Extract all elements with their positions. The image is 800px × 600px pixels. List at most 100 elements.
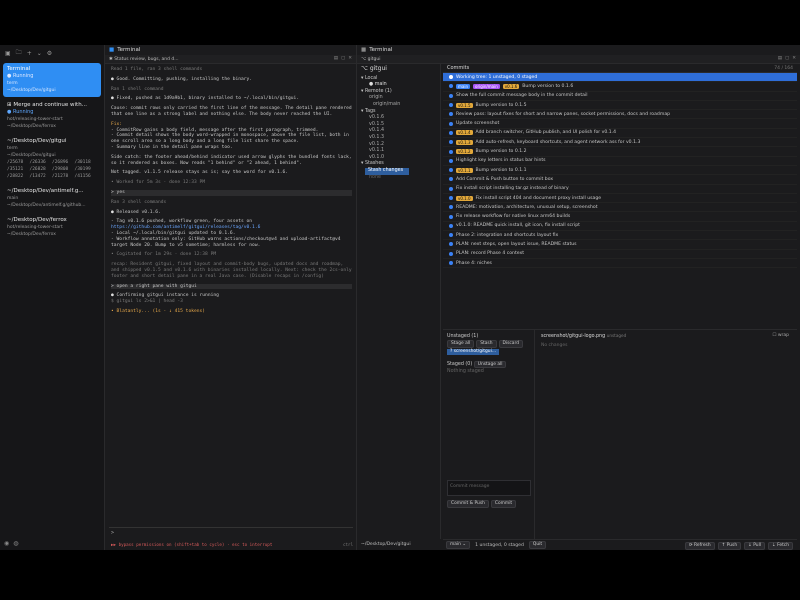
commit-dot-icon [449,130,453,135]
refresh-button[interactable]: ⟳ Refresh [684,542,715,550]
commit-message: Highlight key letters in status bar hint… [456,158,546,164]
commit-dot-icon [449,168,453,173]
commit-dot-icon [449,233,453,238]
session-sub: hot/releasing-tower-start [7,225,63,230]
commit-list: Commits 74 / 164 Working tree: 1 unstage… [443,64,797,319]
commit-row[interactable]: PLAN: next steps, open layout issue, REA… [443,240,797,250]
term-fix-block: Fix: - CommitRow gains a body field, mes… [111,121,349,150]
unstage-all-button[interactable]: Unstage all [473,360,507,368]
commit-row[interactable]: Phase 2: integration and shortcuts layou… [443,231,797,241]
remote-origin[interactable]: origin [361,95,436,102]
unstaged-file[interactable]: ? screenshot/gitgui... [447,348,499,355]
maximize-icon[interactable]: ▢ [341,56,345,61]
session-path: ~/Desktop/Dev/ferrox [7,232,56,237]
commit-button[interactable]: Commit [490,500,517,508]
session-status: ● Running [7,73,34,79]
branch-selector[interactable]: main ⌄ [446,541,471,549]
discard-button[interactable]: Discard [498,340,524,348]
stage-all-button[interactable]: Stage all [447,340,475,348]
fetch-button[interactable]: ⇣ Fetch [768,542,793,550]
maximize-icon[interactable]: ▢ [785,56,789,61]
sidebar-toggle-icon[interactable]: ▣ [5,50,11,57]
tab-gitgui[interactable]: ⌥ gitgui [361,57,380,62]
prompt-input[interactable]: > [109,527,353,536]
pull-button[interactable]: ↓ Pull [744,542,766,550]
commit-dot-icon [449,93,453,98]
push-button[interactable]: ↑ Push [717,542,742,550]
pane-tabbar: ⌥ gitgui ▤ ▢ ✕ [357,55,800,64]
commit-row[interactable]: README: motivation, architecture, unusua… [443,203,797,213]
commit-dot-icon [449,196,453,200]
commit-row[interactable]: v0.1.4 Add branch switcher, GitHub publis… [443,129,797,139]
commit-row[interactable]: v0.1.0 Fix install script 404 and documen… [443,194,797,204]
commit-row[interactable]: Add Commit & Push button to commit box [443,175,797,185]
commit-dot-icon [449,214,453,219]
commit-dot-icon [449,205,453,210]
commit-row[interactable]: Fix install script installing tar.gz ins… [443,185,797,194]
working-tree-row[interactable]: Working tree: 1 unstaged, 0 staged [443,73,797,83]
tag-item[interactable]: v0.1.4 [361,128,436,135]
session-title: ~/Desktop/Dev/ferrox [7,217,67,223]
pane-title-bar: ■ Terminal [357,45,800,55]
session-path: ~/Desktop/Dev/gitgui [7,153,56,158]
ref-badge: v0.1.6 [502,83,520,89]
tag-item[interactable]: v0.1.3 [361,135,436,142]
commit-row[interactable]: PLAN: record Phase 4 context [443,250,797,259]
commit-row[interactable]: Show the full commit message body in the… [443,92,797,101]
commit-row[interactable]: Fix release workflow for native linux ar… [443,212,797,222]
commit-row[interactable]: v0.1.5 Bump version to 0.1.5 [443,101,797,111]
term-line: Not tagged. v1.1.5 release stays as is; … [111,170,289,176]
commit-row[interactable]: Highlight key letters in status bar hint… [443,157,797,166]
commit-row[interactable]: main origin/main v0.1.6 Bump version to 0.1… [443,82,797,92]
commit-row[interactable]: v0.1.3 Add auto-refresh, keyboard shortcu… [443,138,797,148]
refs-stashes[interactable]: ▾ Stashes [361,161,436,168]
commit-row[interactable]: v0.1.2 Bump version to 0.1.2 [443,147,797,157]
commit-message: Fix release workflow for native linux ar… [456,214,571,220]
commit-row[interactable]: Update screenshot [443,119,797,129]
add-icon[interactable]: + [27,50,32,57]
wrap-toggle[interactable]: ☐ wrap [772,333,789,338]
help-icon[interactable]: ◉ [4,540,9,547]
session-item-ferrox[interactable]: ~/Desktop/Dev/ferrox hot/releasing-tower… [3,214,101,241]
commit-row[interactable]: Phase 4: niches [443,259,797,269]
tab-status-review[interactable]: ✱ Status review, bugs, and d... [109,57,179,62]
settings-icon[interactable]: ◍ [13,540,18,547]
session-item-terminal[interactable]: Terminal ● Running term ~/Desktop/Dev/gi… [3,63,101,97]
release-link[interactable]: https://github.com/antimelf/gitgui/relea… [111,225,260,230]
commit-message: Add Commit & Push button to commit box [456,176,554,182]
split-icon[interactable]: ▤ [334,56,338,61]
desktop-screen: ▣ 🗀 + ⌄ ⚙ Terminal ● Running term ~/Desk… [0,45,800,550]
branch-main[interactable]: ● main [361,82,436,89]
commit-dot-icon [449,140,453,145]
remote-branch-main[interactable]: origin/main [361,102,436,109]
session-item-gitgui[interactable]: ~/Desktop/Dev/gitgui term ~/Desktop/Dev/… [3,135,101,183]
tag-item[interactable]: v0.1.6 [361,115,436,122]
chevron-down-icon[interactable]: ⌄ [37,50,42,57]
pane-controls: ▤ ▢ ✕ [334,56,352,61]
commit-and-push-button[interactable]: Commit & Push [447,500,489,508]
commit-message-input[interactable]: Commit message [447,480,531,496]
commit-row[interactable]: v0.1.0: README quick install, git icon, … [443,222,797,232]
gear-icon[interactable]: ⚙ [47,50,52,57]
commit-row[interactable]: Review pass: layout fixes for short and … [443,110,797,120]
tag-item[interactable]: v0.1.1 [361,148,436,155]
close-icon[interactable]: ✕ [348,56,352,61]
session-sidebar: ▣ 🗀 + ⌄ ⚙ Terminal ● Running term ~/Desk… [0,45,105,550]
folder-icon[interactable]: 🗀 [16,48,22,58]
sidebar-footer: ◉ ◍ [4,540,19,547]
quit-button[interactable]: Quit [528,541,547,549]
term-line: ● Confirming gitgui instance is running … [111,293,219,305]
split-icon[interactable]: ▤ [778,56,782,61]
commit-message: Fix install script installing tar.gz ins… [456,186,569,192]
commit-row[interactable]: v0.1.1 Bump version to 0.1.1 [443,166,797,176]
close-icon[interactable]: ✕ [792,56,796,61]
diff-panel: screenshot/gitgui-logo.png unstaged ☐ wr… [537,330,795,540]
stash-changes-item[interactable]: Stash changes [365,167,409,175]
session-item-merge[interactable]: ⊞ Merge and continue with... ● Running h… [3,99,101,133]
commit-message: Bump version to 0.1.1 [475,167,527,173]
stash-button[interactable]: Stash [476,340,497,348]
ref-badge: v0.1.3 [456,139,473,145]
session-item-antimelf[interactable]: ~/Desktop/Dev/antimelf.g... main ~/Deskt… [3,185,101,212]
sidebar-toolbar: ▣ 🗀 + ⌄ ⚙ [0,45,104,61]
gitgui-status-bar: main ⌄ 1 unstaged, 0 staged Quit ⟳ Refre… [443,539,797,550]
